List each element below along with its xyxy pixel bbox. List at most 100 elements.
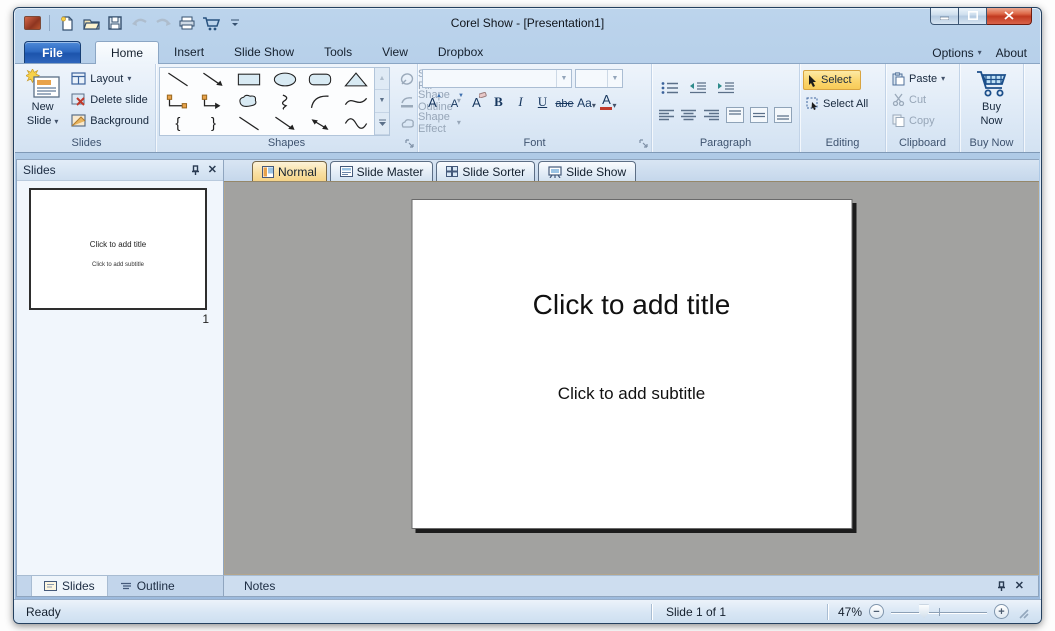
shape-freeform[interactable] [231, 90, 267, 112]
shrink-font-button[interactable]: A▼ [445, 92, 464, 112]
change-case-button[interactable]: Aa▾ [577, 92, 596, 112]
chevron-down-icon[interactable]: ▼ [607, 70, 622, 87]
gallery-scroll-down[interactable]: ▼ [375, 90, 389, 112]
status-bar: Ready Slide 1 of 1 47% − + [14, 599, 1041, 623]
shape-triangle[interactable] [338, 68, 374, 90]
slides-panel-title: Slides [23, 163, 56, 177]
shape-arrow[interactable] [196, 68, 232, 90]
shape-line-2[interactable] [231, 113, 267, 135]
align-right-button[interactable] [704, 106, 720, 124]
slide-thumbnail[interactable]: Click to add title Click to add subtitle [29, 188, 207, 310]
align-text-top-button[interactable] [726, 106, 744, 124]
notes-bar[interactable]: Notes ✕ [224, 575, 1039, 597]
close-panel-icon[interactable]: ✕ [208, 165, 217, 176]
maximize-button[interactable] [959, 7, 987, 25]
underline-button[interactable]: U [533, 92, 552, 112]
slide-number: 1 [29, 310, 211, 326]
shape-curve[interactable] [338, 90, 374, 112]
buy-now-button[interactable]: BuyNow [974, 67, 1010, 136]
zoom-slider-thumb[interactable] [919, 605, 929, 619]
shape-line[interactable] [160, 68, 196, 90]
tab-slide-show[interactable]: Slide Show [219, 41, 309, 63]
dialog-launcher-icon[interactable] [639, 139, 648, 148]
cut-button[interactable]: Cut [889, 89, 956, 110]
shape-ellipse[interactable] [267, 68, 303, 90]
shape-right-brace[interactable]: } [196, 113, 232, 135]
tab-view[interactable]: View [367, 41, 423, 63]
shape-wave[interactable] [338, 113, 374, 135]
chevron-down-icon[interactable]: ▼ [556, 70, 571, 87]
close-button[interactable] [987, 7, 1032, 25]
bold-button[interactable]: B [489, 92, 508, 112]
shape-arc[interactable] [303, 90, 339, 112]
pin-icon[interactable] [997, 581, 1006, 592]
align-text-bottom-button[interactable] [774, 106, 792, 124]
close-notes-icon[interactable]: ✕ [1015, 581, 1024, 592]
zoom-out-button[interactable]: − [869, 604, 884, 619]
grow-font-button[interactable]: A▲ [423, 92, 442, 112]
tab-home[interactable]: Home [95, 41, 159, 64]
select-button[interactable]: Select [803, 70, 861, 90]
align-text-middle-button[interactable] [750, 106, 768, 124]
delete-slide-button[interactable]: Delete slide [68, 89, 152, 110]
background-button[interactable]: Background [68, 110, 152, 131]
dialog-launcher-icon[interactable] [405, 139, 414, 148]
pin-icon[interactable] [191, 165, 200, 176]
tab-insert[interactable]: Insert [159, 41, 219, 63]
shape-double-arrow[interactable] [303, 113, 339, 135]
options-menu[interactable]: Options [932, 46, 973, 60]
about-menu[interactable]: About [996, 46, 1027, 60]
arrow-down-icon: ▼ [458, 93, 464, 99]
new-slide-button[interactable]: New Slide ▾ [21, 67, 64, 136]
tab-file[interactable]: File [24, 41, 81, 63]
strikethrough-button[interactable]: abe [555, 92, 574, 112]
shape-rectangle[interactable] [231, 68, 267, 90]
ribbon-group-shapes: { } ▲ ▼ Shap [156, 64, 418, 152]
tab-dropbox[interactable]: Dropbox [423, 41, 498, 63]
slide-sorter-icon [446, 166, 458, 177]
view-tab-slide-show[interactable]: Slide Show [538, 161, 636, 181]
bottom-tab-slides[interactable]: Slides [31, 576, 108, 596]
view-tab-slide-sorter[interactable]: Slide Sorter [436, 161, 535, 181]
shape-elbow-arrow-connector[interactable] [196, 90, 232, 112]
font-color-button[interactable]: A ▾ [599, 92, 618, 112]
decrease-indent-button[interactable] [687, 79, 709, 97]
select-all-button[interactable]: Select All [803, 93, 882, 114]
italic-button[interactable]: I [511, 92, 530, 112]
font-family-combo[interactable]: ▼ [422, 69, 572, 88]
slide-editor[interactable]: Click to add title Click to add subtitle [411, 199, 852, 529]
layout-button[interactable]: Layout ▾ [68, 68, 152, 89]
view-tab-normal[interactable]: Normal [252, 161, 327, 181]
view-tab-slide-master[interactable]: Slide Master [330, 161, 434, 181]
normal-view-icon [262, 166, 274, 178]
gallery-more-button[interactable] [375, 113, 389, 135]
paste-button[interactable]: Paste ▾ [889, 68, 956, 89]
shape-arrow-2[interactable] [267, 113, 303, 135]
align-left-button[interactable] [659, 106, 675, 124]
bottom-tab-outline[interactable]: Outline [108, 576, 187, 596]
zoom-slider[interactable] [891, 605, 987, 619]
copy-button[interactable]: Copy [889, 110, 956, 131]
align-center-button[interactable] [681, 106, 697, 124]
title-placeholder[interactable]: Click to add title [412, 289, 851, 321]
shape-rounded-rectangle[interactable] [303, 68, 339, 90]
font-size-combo[interactable]: ▼ [575, 69, 623, 88]
slides-panel: Slides ✕ Click to add title Click to add… [16, 159, 224, 575]
tab-tools[interactable]: Tools [309, 41, 367, 63]
zoom-in-button[interactable]: + [994, 604, 1009, 619]
ribbon-group-slides: New Slide ▾ Layout ▾ Delete slide [18, 64, 156, 152]
title-bar[interactable]: Corel Show - [Presentation1] [14, 8, 1041, 38]
slide-canvas[interactable]: Click to add title Click to add subtitle [224, 182, 1039, 575]
minimize-button[interactable] [930, 7, 959, 25]
increase-indent-button[interactable] [715, 79, 737, 97]
resize-grip-icon[interactable] [1018, 608, 1032, 622]
shape-left-brace[interactable]: { [160, 113, 196, 135]
gallery-scroll-up[interactable]: ▲ [375, 68, 389, 90]
chevron-down-icon: ▾ [592, 102, 596, 110]
subtitle-placeholder[interactable]: Click to add subtitle [412, 384, 851, 404]
shape-elbow-connector[interactable] [160, 90, 196, 112]
ribbon-group-clipboard: Paste ▾ Cut Copy Clipboard [886, 64, 960, 152]
bullets-button[interactable] [659, 79, 681, 97]
shape-scribble[interactable] [267, 90, 303, 112]
clear-formatting-button[interactable]: A [467, 92, 486, 112]
